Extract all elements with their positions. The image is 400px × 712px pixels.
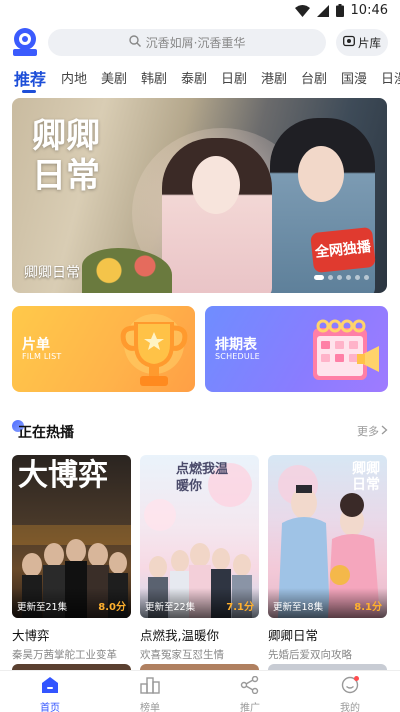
rating: 8.0分 — [98, 602, 126, 613]
now-playing-header: 正在热播 更多 — [12, 418, 388, 444]
movie-description: 欢喜冤家互怼生情 — [140, 649, 224, 661]
banner-calligraphy-title: 卿卿日常 — [32, 116, 100, 196]
battery-icon — [335, 4, 344, 17]
tab-tw-drama[interactable]: 台剧 — [301, 68, 327, 87]
signal-icon — [316, 4, 329, 17]
home-icon — [40, 676, 60, 697]
more-link[interactable]: 更多 — [357, 423, 388, 439]
search-placeholder: 沉香如屑·沉香重华 — [145, 36, 246, 50]
banner-face-female — [192, 156, 240, 214]
wifi-icon — [294, 4, 310, 17]
tab-thai-drama[interactable]: 泰剧 — [181, 68, 207, 87]
poster-title: 卿卿日常 — [352, 461, 380, 493]
rating: 7.1分 — [226, 602, 254, 613]
tab-chinese-anime[interactable]: 国漫 — [341, 68, 367, 87]
app-logo[interactable] — [12, 28, 38, 56]
rating: 8.1分 — [354, 602, 382, 613]
episode-status: 更新至22集 — [145, 602, 196, 613]
library-button[interactable]: 片库 — [336, 29, 388, 56]
share-icon — [240, 675, 260, 697]
nav-home[interactable]: 首页 — [20, 676, 80, 712]
carousel-dot[interactable] — [337, 275, 342, 280]
schedule-subtitle: SCHEDULE — [215, 352, 260, 361]
carousel-dot[interactable] — [314, 275, 324, 280]
app-header: 沉香如屑·沉香重华 片库 — [0, 26, 400, 60]
movie-card[interactable]: 大博弈 更新至21集 8.0分 大博弈 秦昊万茜掌舵工业变革 — [12, 455, 131, 662]
carousel-dot[interactable] — [364, 275, 369, 280]
carousel-indicator — [314, 275, 369, 280]
tab-us-drama[interactable]: 美剧 — [101, 68, 127, 87]
profile-icon — [340, 676, 360, 697]
exclusive-badge: 全网独播 — [310, 226, 376, 274]
more-label: 更多 — [357, 425, 379, 438]
calendar-icon — [307, 314, 383, 392]
schedule-card[interactable]: 排期表 SCHEDULE — [205, 306, 388, 392]
movie-title[interactable]: 卿卿日常 — [268, 625, 387, 644]
film-library-icon — [343, 35, 355, 50]
search-icon — [128, 35, 141, 50]
chevron-right-icon — [381, 425, 388, 438]
nav-promotion[interactable]: 推广 — [220, 675, 280, 712]
tab-recommend[interactable]: 推荐 — [14, 66, 46, 90]
poster-title: 点燃我温暖你 — [176, 462, 229, 494]
nav-home-label: 首页 — [40, 703, 60, 712]
section-title: 正在热播 — [18, 425, 74, 441]
film-list-subtitle: FILM LIST — [22, 352, 62, 361]
active-tab-indicator — [22, 90, 36, 93]
poster-title: 大博弈 — [18, 458, 108, 493]
tab-korean-drama[interactable]: 韩剧 — [141, 68, 167, 87]
nav-ranking-label: 榜单 — [140, 703, 160, 712]
tab-mainland[interactable]: 内地 — [61, 68, 87, 87]
movie-poster[interactable]: 点燃我温暖你 更新至22集 7.1分 — [140, 455, 259, 618]
film-list-card[interactable]: 片单 FILM LIST — [12, 306, 195, 392]
carousel-dot[interactable] — [346, 275, 351, 280]
library-label: 片库 — [358, 35, 381, 50]
movie-card[interactable]: 点燃我温暖你 更新至22集 7.1分 点燃我,温暖你 欢喜冤家互怼生情 — [140, 455, 259, 662]
tab-hk-drama[interactable]: 港剧 — [261, 68, 287, 87]
carousel-dot[interactable] — [355, 275, 360, 280]
carousel-dot[interactable] — [328, 275, 333, 280]
episode-status: 更新至21集 — [17, 602, 68, 613]
movie-title[interactable]: 大博弈 — [12, 625, 131, 644]
nav-profile[interactable]: 我的 — [320, 676, 380, 712]
trophy-icon — [116, 314, 190, 392]
status-bar: 10:46 — [0, 0, 400, 24]
nav-profile-label: 我的 — [340, 703, 360, 712]
category-tabs: 推荐 内地 美剧 韩剧 泰剧 日剧 港剧 台剧 国漫 日漫 — [0, 64, 400, 94]
nav-ranking[interactable]: 榜单 — [120, 676, 180, 712]
hero-banner[interactable]: 卿卿日常 全网独播 卿卿日常 — [12, 98, 387, 293]
tab-japanese-drama[interactable]: 日剧 — [221, 68, 247, 87]
movie-description: 秦昊万茜掌舵工业变革 — [12, 649, 117, 661]
film-list-title: 片单 — [22, 337, 50, 353]
tab-japanese-anime[interactable]: 日漫 — [381, 68, 400, 87]
ranking-icon — [140, 676, 160, 697]
search-bar[interactable]: 沉香如屑·沉香重华 — [48, 29, 326, 56]
nav-promotion-label: 推广 — [240, 703, 260, 712]
movie-title[interactable]: 点燃我,温暖你 — [140, 625, 259, 644]
movie-card[interactable]: 卿卿日常 更新至18集 8.1分 卿卿日常 先婚后爱双向攻略 — [268, 455, 387, 662]
schedule-title: 排期表 — [215, 337, 257, 353]
movie-poster[interactable]: 卿卿日常 更新至18集 8.1分 — [268, 455, 387, 618]
banner-face-male — [298, 146, 344, 202]
movie-description: 先婚后爱双向攻略 — [268, 649, 352, 661]
movie-poster[interactable]: 大博弈 更新至21集 8.0分 — [12, 455, 131, 618]
bottom-navigation: 首页 榜单 推广 我的 — [0, 670, 400, 712]
status-time: 10:46 — [350, 3, 388, 18]
episode-status: 更新至18集 — [273, 602, 324, 613]
banner-title: 卿卿日常 — [24, 265, 80, 281]
